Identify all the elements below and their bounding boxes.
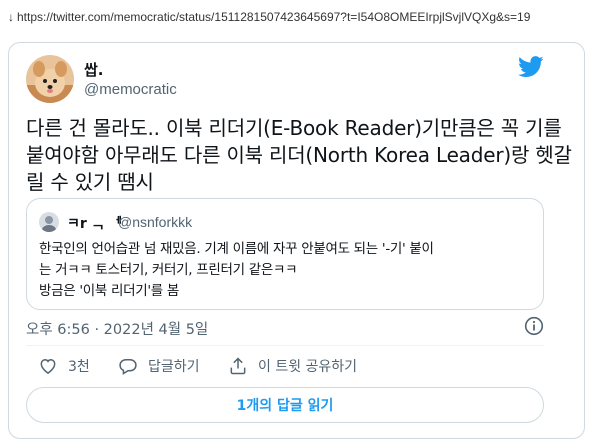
reply-button[interactable]: 답글하기 bbox=[118, 356, 200, 376]
download-arrow-icon: ↓ bbox=[8, 10, 14, 24]
url-text[interactable]: https://twitter.com/memocratic/status/15… bbox=[17, 10, 530, 24]
quoted-avatar[interactable] bbox=[39, 212, 59, 232]
timestamp[interactable]: 오후 6:56 · 2022년 4월 5일 bbox=[26, 318, 208, 339]
share-label: 이 트윗 공유하기 bbox=[258, 359, 358, 375]
quoted-author-handle[interactable]: @nsnforkkk bbox=[118, 214, 192, 230]
read-replies-button[interactable]: 1개의 답글 읽기 bbox=[26, 387, 544, 423]
avatar[interactable] bbox=[26, 55, 74, 103]
speech-bubble-icon bbox=[119, 359, 137, 375]
share-button[interactable]: 이 트윗 공유하기 bbox=[228, 356, 357, 376]
like-count: 3천 bbox=[68, 359, 90, 375]
quoted-text-line: 는 거ㅋㅋ 토스터기, 커터기, 프린터기 같은ㅋㅋ bbox=[39, 262, 298, 278]
quoted-text: 한국인의 언어습관 넘 재밌음. 기계 이름에 자꾸 안붙여도 되는 '-기' … bbox=[39, 239, 534, 302]
quoted-author-name[interactable]: ㅋr ᆨ ᅦ bbox=[67, 213, 122, 233]
quoted-tweet[interactable]: ㅋr ᆨ ᅦ @nsnforkkk 한국인의 언어습관 넘 재밌음. 기계 이름… bbox=[26, 198, 544, 310]
author-handle[interactable]: @memocratic bbox=[84, 81, 177, 98]
tweet-text: 다른 건 몰라도.. 이북 리더기(E-Book Reader)기만큼은 꼭 기… bbox=[26, 116, 572, 194]
author-name[interactable]: 쌉. bbox=[84, 59, 104, 80]
heart-icon bbox=[40, 358, 56, 374]
quoted-text-line: 방금은 '이북 리더기'를 봄 bbox=[39, 283, 179, 299]
like-button[interactable]: 3천 bbox=[38, 356, 90, 376]
share-icon bbox=[230, 357, 246, 375]
tweet-card: 쌉. @memocratic 다른 건 몰라도.. 이북 리더기(E-Book … bbox=[8, 42, 585, 439]
twitter-bird-icon[interactable] bbox=[518, 56, 544, 78]
divider bbox=[26, 345, 544, 346]
quoted-text-line: 한국인의 언어습관 넘 재밌음. 기계 이름에 자꾸 안붙여도 되는 '-기' … bbox=[39, 241, 434, 257]
info-icon[interactable] bbox=[524, 316, 544, 336]
reply-label: 답글하기 bbox=[148, 359, 200, 375]
url-line[interactable]: ↓ https://twitter.com/memocratic/status/1… bbox=[8, 10, 530, 24]
